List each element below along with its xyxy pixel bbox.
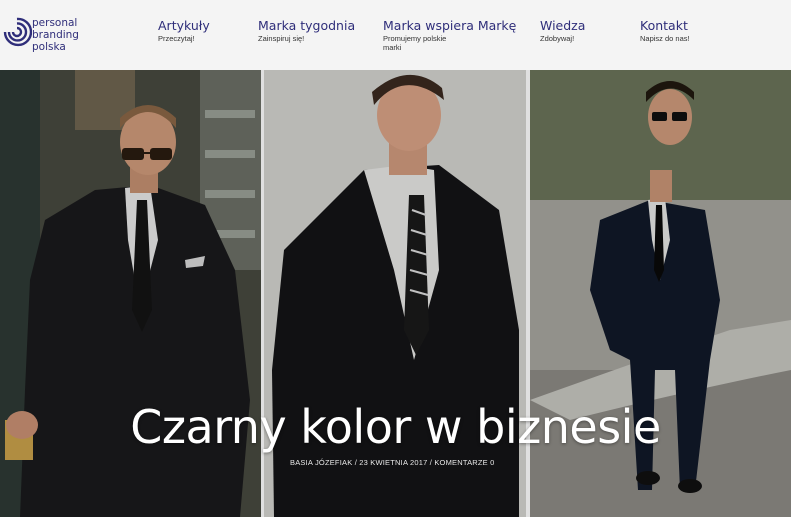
article-author[interactable]: BASIA JÓZEFIAK (290, 458, 352, 467)
logo-line-2: branding (32, 29, 79, 41)
article-comments[interactable]: KOMENTARZE 0 (434, 458, 494, 467)
article-date: 23 KWIETNIA 2017 (359, 458, 428, 467)
article-title[interactable]: Czarny kolor w biznesie (0, 400, 791, 454)
article-meta: BASIA JÓZEFIAK / 23 KWIETNIA 2017 / KOME… (290, 458, 495, 467)
site-logo[interactable]: personal branding polska (2, 15, 94, 59)
spiral-logo-icon (3, 17, 32, 47)
nav-subtitle: Przeczytaj! (158, 34, 195, 43)
nav-item-marka-tygodnia[interactable]: Marka tygodnia Zainspiruj się! (258, 18, 355, 43)
logo-text: personal branding polska (32, 17, 79, 53)
site-header: personal branding polska Artykuły Przecz… (0, 0, 791, 70)
nav-item-artykuly[interactable]: Artykuły Przeczytaj! (158, 18, 210, 43)
nav-subtitle: Zainspiruj się! (258, 34, 305, 43)
nav-title[interactable]: Artykuły (158, 18, 210, 33)
nav-title[interactable]: Wiedza (540, 18, 585, 33)
nav-title[interactable]: Marka tygodnia (258, 18, 355, 33)
nav-subtitle: Napisz do nas! (640, 34, 690, 43)
nav-item-kontakt[interactable]: Kontakt Napisz do nas! (640, 18, 690, 43)
logo-line-1: personal (32, 17, 78, 29)
hero-banner[interactable]: Czarny kolor w biznesie BASIA JÓZEFIAK /… (0, 70, 791, 517)
nav-item-wiedza[interactable]: Wiedza Zdobywaj! (540, 18, 585, 43)
nav-subtitle: Promujemy polskie marki (383, 34, 447, 52)
nav-title[interactable]: Kontakt (640, 18, 690, 33)
nav-item-marka-wspiera-marke[interactable]: Marka wspiera Markę Promujemy polskie ma… (383, 18, 516, 52)
logo-line-3: polska (32, 41, 66, 53)
nav-title[interactable]: Marka wspiera Markę (383, 18, 516, 33)
nav-subtitle: Zdobywaj! (540, 34, 575, 43)
